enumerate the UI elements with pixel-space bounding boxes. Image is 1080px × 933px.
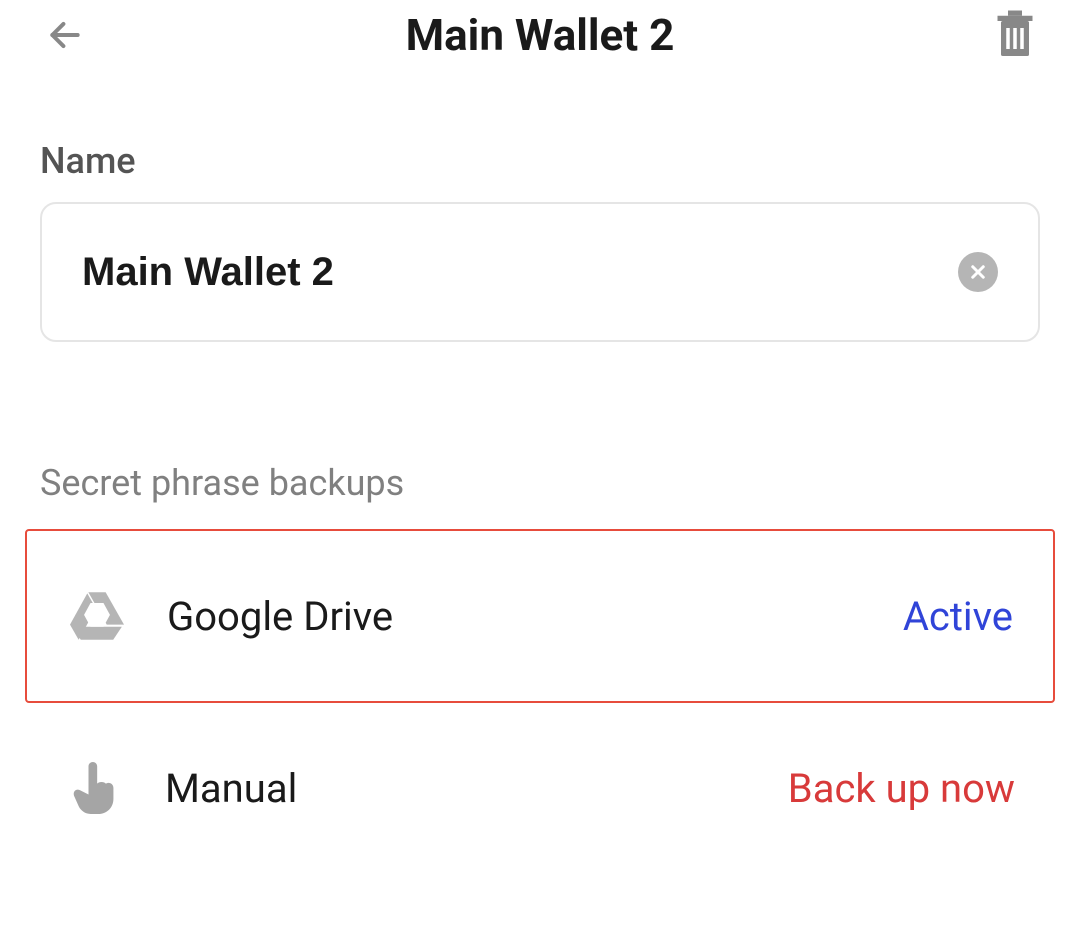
backup-label: Manual (165, 765, 788, 812)
trash-icon (994, 10, 1036, 60)
google-drive-icon (67, 586, 127, 646)
hand-pointer-icon (65, 758, 125, 818)
arrow-left-icon (46, 16, 84, 54)
back-button[interactable] (40, 10, 90, 60)
name-input-wrapper[interactable] (40, 202, 1040, 342)
page-title: Main Wallet 2 (406, 9, 675, 61)
name-label: Name (0, 140, 1080, 182)
header: Main Wallet 2 (0, 0, 1080, 70)
close-icon (969, 263, 987, 281)
backup-status: Active (903, 593, 1013, 640)
name-input[interactable] (82, 250, 958, 295)
backup-status: Back up now (788, 765, 1015, 812)
backup-label: Google Drive (167, 593, 903, 640)
backup-row-manual[interactable]: Manual Back up now (25, 703, 1055, 873)
delete-button[interactable] (990, 10, 1040, 60)
backups-header: Secret phrase backups (0, 462, 1080, 504)
clear-name-button[interactable] (958, 252, 998, 292)
backup-row-google-drive[interactable]: Google Drive Active (25, 529, 1055, 703)
